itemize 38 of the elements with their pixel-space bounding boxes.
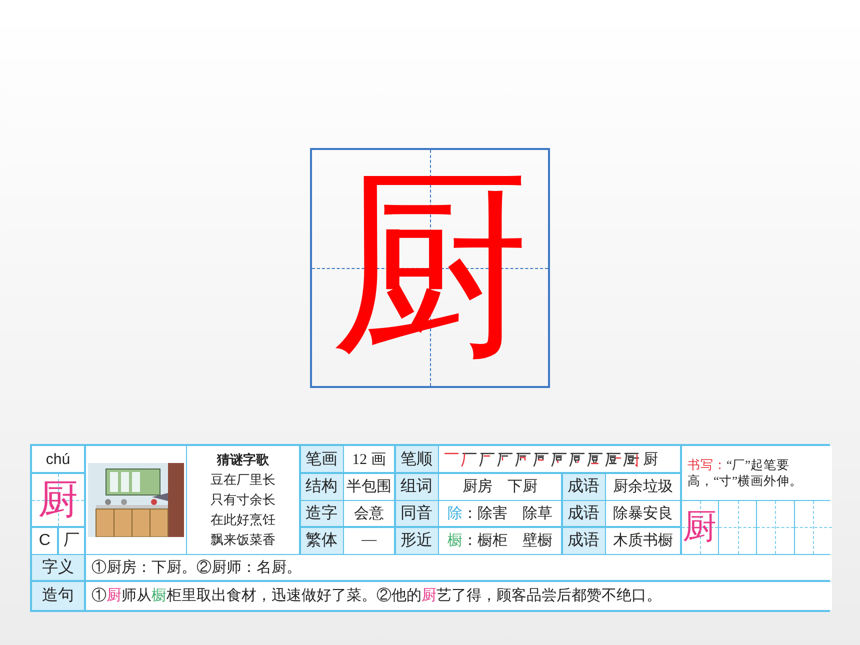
meaning-text: ①厨房：下厨。②厨师：名厨。 bbox=[92, 558, 302, 577]
formation-value: 会意 bbox=[354, 504, 384, 523]
word-list: 厨房 下厨 bbox=[462, 477, 538, 496]
stroke-count: 12 画 bbox=[352, 450, 386, 468]
practice-character: 厨 bbox=[682, 508, 717, 548]
pinyin-text: chú bbox=[46, 450, 70, 468]
field-label: 成语 bbox=[568, 504, 600, 524]
field-label: 笔顺 bbox=[400, 450, 432, 470]
field-label: 组词 bbox=[400, 477, 432, 497]
character-text: 厨 bbox=[38, 476, 78, 524]
traditional-value: — bbox=[362, 532, 376, 549]
example-sentence: ①厨师从橱柜里取出食材，迅速做好了菜。②他的厨艺了得，顾客品尝后都赞不绝口。 bbox=[92, 586, 662, 605]
field-label: 形近 bbox=[400, 530, 432, 551]
riddle-title: 猜谜字歌 bbox=[217, 450, 269, 469]
field-label: 造字 bbox=[306, 504, 338, 524]
idiom-text: 除暴安良 bbox=[613, 504, 673, 523]
field-label: 繁体 bbox=[306, 531, 338, 551]
field-label: 成语 bbox=[568, 476, 600, 497]
riddle-line: 飘来饭菜香 bbox=[210, 530, 276, 549]
writing-tip: 书写：“厂”起笔要高，“寸”横画外伸。 bbox=[688, 456, 804, 489]
field-label: 成语 bbox=[568, 530, 600, 551]
field-label: 笔画 bbox=[306, 450, 338, 470]
large-character: 厨 bbox=[330, 168, 530, 368]
field-label: 造句 bbox=[42, 586, 74, 606]
field-label: 同音 bbox=[400, 504, 432, 524]
structure-value: 半包围 bbox=[346, 478, 392, 496]
riddle-line: 豆在厂里长 bbox=[210, 470, 276, 489]
similar-words: 橱：橱柜 壁橱 bbox=[448, 531, 552, 550]
idiom-text: 木质书橱 bbox=[613, 532, 673, 550]
riddle-line: 在此好烹饪 bbox=[210, 510, 276, 529]
idiom-text: 厨余垃圾 bbox=[613, 478, 673, 496]
homophone-words: 除：除害 除草 bbox=[448, 504, 552, 523]
radical-letter: C bbox=[32, 528, 58, 554]
stroke-order-final: 厨 bbox=[643, 450, 658, 468]
field-label: 结构 bbox=[306, 476, 338, 497]
radical-text: 厂 bbox=[58, 528, 84, 554]
riddle-line: 只有寸余长 bbox=[210, 490, 276, 509]
field-label: 字义 bbox=[42, 558, 74, 578]
